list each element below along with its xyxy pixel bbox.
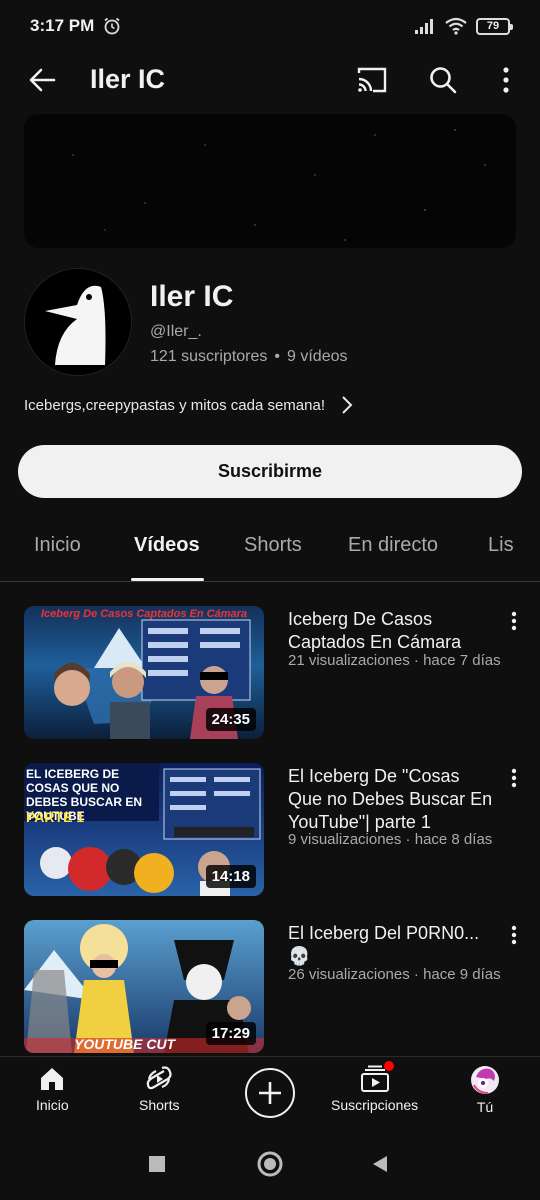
video-duration: 24:35 <box>205 708 256 731</box>
notification-dot <box>383 1061 394 1071</box>
tab-listas[interactable]: Lis <box>488 534 514 557</box>
nav-label: Tú <box>476 1099 494 1115</box>
recents-icon <box>149 1156 165 1172</box>
tab-videos[interactable]: Vídeos <box>134 534 200 557</box>
home-circle-icon <box>257 1151 283 1177</box>
subscriptions-icon-wrapper <box>360 1061 394 1093</box>
video-more-button[interactable] <box>502 608 526 634</box>
channel-name: Iler IC <box>150 280 234 313</box>
back-triangle-icon <box>373 1156 387 1172</box>
home-button[interactable] <box>256 1150 284 1178</box>
bottom-navigation: Inicio Shorts Suscripciones Tú <box>0 1056 540 1128</box>
video-thumbnail[interactable]: Iceberg De Casos Captados En Cámara 24:3… <box>24 606 264 739</box>
chevron-right-icon <box>342 396 353 414</box>
more-vert-icon <box>511 611 517 631</box>
thumbnail-overlay-text: YOUTUBE CUT <box>74 1036 176 1052</box>
battery-indicator: 79 <box>476 17 513 35</box>
more-vert-icon <box>503 67 509 93</box>
back-nav-button[interactable] <box>366 1150 394 1178</box>
more-vert-icon <box>511 768 517 788</box>
tab-shorts[interactable]: Shorts <box>244 534 302 557</box>
video-title[interactable]: El Iceberg De "Cosas Que no Debes Buscar… <box>288 765 498 834</box>
video-meta: 26 visualizaciones · hace 9 días <box>288 966 501 983</box>
video-item[interactable]: YOUTUBE CUT 17:29 El Iceberg Del P0RN0..… <box>0 914 540 1054</box>
status-bar: 3:17 PM 79 <box>0 0 540 52</box>
penguin-logo-icon <box>25 269 131 375</box>
thumbnail-part-label: PARTE 1 <box>26 809 85 825</box>
video-more-button[interactable] <box>502 922 526 948</box>
thumbnail-overlay-text: Iceberg De Casos Captados En Cámara <box>40 608 248 620</box>
nav-item-tu[interactable]: Tú <box>470 1065 500 1115</box>
search-icon <box>430 67 457 94</box>
tab-inicio[interactable]: Inicio <box>34 534 81 557</box>
battery-level: 79 <box>486 20 500 32</box>
video-meta: 9 visualizaciones · hace 8 días <box>288 831 493 848</box>
back-button[interactable] <box>24 62 60 98</box>
create-button[interactable] <box>245 1068 295 1118</box>
home-icon <box>41 1068 64 1090</box>
video-item[interactable]: EL ICEBERG DE COSAS QUE NO DEBES BUSCAR … <box>0 757 540 897</box>
video-title[interactable]: Iceberg De Casos Captados En Cámara <box>288 608 498 654</box>
cast-icon <box>357 67 387 93</box>
active-tab-indicator <box>131 578 204 581</box>
video-list: Iceberg De Casos Captados En Cámara 24:3… <box>0 600 540 1056</box>
subscriber-count: 121 suscriptores <box>150 348 268 365</box>
shorts-icon <box>146 1066 172 1090</box>
tab-en-directo[interactable]: En directo <box>348 534 438 557</box>
video-item[interactable]: Iceberg De Casos Captados En Cámara 24:3… <box>0 600 540 740</box>
signal-icon <box>415 19 433 34</box>
stats-separator: • <box>274 348 280 365</box>
subscribe-button[interactable]: Suscribirme <box>18 445 522 498</box>
nav-label: Suscripciones <box>331 1097 419 1113</box>
video-title[interactable]: El Iceberg Del P0RN0... 💀 <box>288 922 498 968</box>
alarm-icon <box>104 17 120 35</box>
more-options-button[interactable] <box>486 60 526 100</box>
status-time: 3:17 PM <box>30 16 95 35</box>
video-duration: 17:29 <box>205 1022 256 1045</box>
wifi-icon <box>445 17 467 35</box>
nav-item-inicio[interactable]: Inicio <box>36 1065 69 1113</box>
channel-tabs: Inicio Vídeos Shorts En directo Lis <box>0 514 540 582</box>
arrow-back-icon <box>29 68 56 92</box>
more-vert-icon <box>511 925 517 945</box>
nav-label: Shorts <box>139 1097 180 1113</box>
channel-description: Icebergs,creepypastas y mitos cada seman… <box>24 396 325 414</box>
channel-description-row[interactable]: Icebergs,creepypastas y mitos cada seman… <box>24 392 504 418</box>
channel-handle: @Iler_. <box>150 323 202 340</box>
cast-button[interactable] <box>352 60 392 100</box>
avatar-icon <box>471 1066 499 1094</box>
video-duration: 14:18 <box>205 865 256 888</box>
channel-banner <box>24 114 516 248</box>
nav-item-shorts[interactable]: Shorts <box>139 1065 179 1113</box>
video-thumbnail[interactable]: EL ICEBERG DE COSAS QUE NO DEBES BUSCAR … <box>24 763 264 896</box>
recents-button[interactable] <box>143 1150 171 1178</box>
video-count: 9 vídeos <box>287 348 348 365</box>
channel-avatar[interactable] <box>24 268 132 376</box>
video-thumbnail[interactable]: YOUTUBE CUT 17:29 <box>24 920 264 1053</box>
top-app-bar: Iler IC <box>0 52 540 108</box>
video-more-button[interactable] <box>502 765 526 791</box>
nav-label: Inicio <box>36 1097 69 1113</box>
search-button[interactable] <box>423 60 463 100</box>
video-meta: 21 visualizaciones · hace 7 días <box>288 652 501 669</box>
channel-stats: 121 suscriptores • 9 vídeos <box>150 348 347 366</box>
page-title: Iler IC <box>90 64 166 94</box>
nav-item-suscripciones[interactable]: Suscripciones <box>331 1061 419 1113</box>
create-icon <box>259 1082 281 1104</box>
system-navigation <box>0 1128 540 1200</box>
